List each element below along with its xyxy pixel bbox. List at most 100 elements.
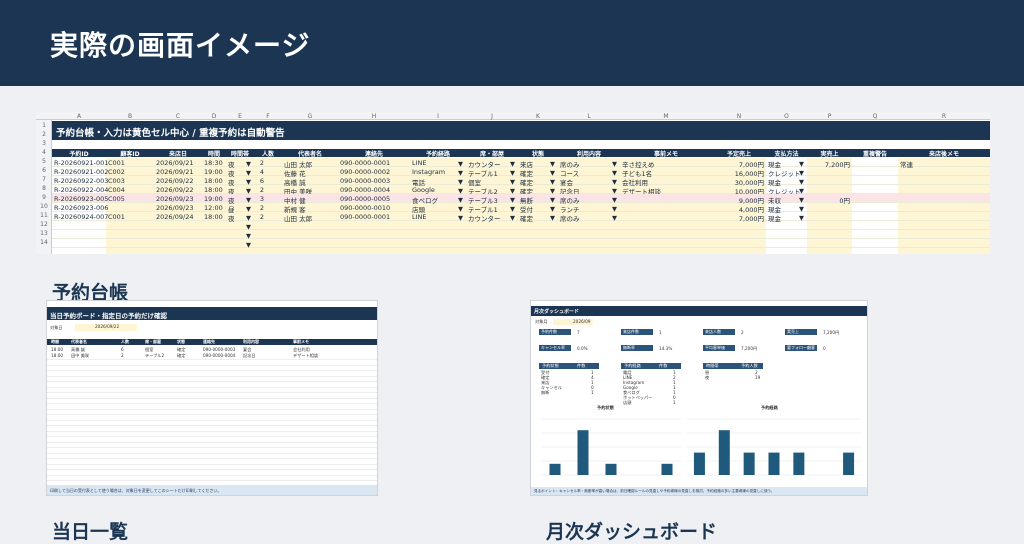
kpi-label: キャンセル率 bbox=[539, 345, 571, 351]
date-label: 対象日 bbox=[50, 325, 63, 330]
column-letter: N bbox=[736, 113, 742, 120]
column-heading: 人数 bbox=[261, 151, 274, 158]
table-row[interactable]: ▼ bbox=[52, 221, 990, 231]
table-heading: 予約状態 bbox=[542, 363, 559, 368]
today-board-thumbnail[interactable]: 当日予約ボード・指定日の予約だけ確認 対象日 2026/09/22 時間 代表者名… bbox=[46, 300, 378, 496]
column-heading: 席・部屋 bbox=[145, 339, 161, 344]
table-cell: 19:00 bbox=[204, 195, 223, 203]
table-cell: 090-0000-0010 bbox=[340, 204, 391, 212]
row-number: 9 bbox=[42, 194, 46, 201]
table-cell: C003 bbox=[108, 177, 125, 185]
date-value[interactable]: 2026/09/22 bbox=[75, 324, 137, 331]
grid-line bbox=[47, 403, 377, 404]
table-cell: 2026/09/21 bbox=[156, 159, 194, 167]
grid-line bbox=[47, 474, 377, 476]
row-number: 6 bbox=[42, 167, 46, 174]
table-cell: 090-0000-0003 bbox=[340, 177, 391, 185]
column-letter: H bbox=[371, 113, 377, 120]
table-row[interactable]: R-20260923-005 C005 2026/09/23 19:00 夜 3 中村 健0… bbox=[52, 194, 990, 205]
chart-bar bbox=[768, 452, 780, 475]
grid-line bbox=[47, 392, 377, 393]
table-cell: R-20260921-001 bbox=[54, 159, 109, 167]
table-cell: C001 bbox=[108, 213, 125, 221]
table-cell: 夜 bbox=[705, 375, 710, 380]
grid-line bbox=[47, 463, 377, 465]
caption-today: 当日一覧 bbox=[52, 521, 129, 543]
row-number: 12 bbox=[40, 221, 48, 228]
table-cell: 18:00 bbox=[204, 186, 223, 194]
kpi-value: 7,200円 bbox=[741, 346, 758, 351]
column-heading: 重複警告 bbox=[862, 151, 887, 158]
row-number: 10 bbox=[40, 203, 48, 210]
table-cell: R-20260923-006 bbox=[54, 204, 109, 212]
column-heading: 支払方法 bbox=[774, 151, 799, 158]
chart-bar bbox=[793, 452, 805, 475]
today-title: 当日予約ボード・指定日の予約だけ確認 bbox=[47, 307, 377, 320]
monthly-charts bbox=[541, 418, 861, 476]
ledger-title: 予約台帳・入力は黄色セル中心 / 重複予約は自動警告 bbox=[52, 121, 990, 140]
table-cell: 18:30 bbox=[204, 159, 223, 167]
column-heading: 利用内容 bbox=[243, 339, 259, 344]
column-letter: R bbox=[941, 113, 947, 120]
column-heading: 予約経路 bbox=[425, 151, 450, 158]
table-cell: 19:00 bbox=[204, 168, 223, 176]
table-row[interactable]: R-20260924-007 C001 2026/09/24 18:00 夜 2 山田 太郎… bbox=[52, 212, 990, 223]
month-value[interactable]: 2026/09 bbox=[553, 319, 593, 325]
grid-line bbox=[47, 386, 377, 388]
chart-bar bbox=[661, 463, 673, 475]
grid-line bbox=[47, 425, 377, 426]
kpi-label: 要フォロー顧客 bbox=[785, 345, 817, 351]
kpi-value: 14.3% bbox=[659, 346, 673, 351]
column-heading: 来店後メモ bbox=[928, 151, 959, 158]
chart-bar bbox=[693, 452, 705, 475]
column-heading: 時間 bbox=[207, 151, 220, 158]
kpi-label: 無断率 bbox=[621, 345, 653, 351]
column-letter: A bbox=[76, 113, 82, 120]
grid-line bbox=[47, 430, 377, 432]
reservation-ledger-sheet: ABCDEFGHIJKLMNOPQR 1 2 3 4 5 6 7 8 9 10 11 12 13 14 予… bbox=[36, 112, 990, 254]
table-row[interactable]: ▼ bbox=[52, 230, 990, 240]
column-heading: 連絡先 bbox=[203, 339, 215, 344]
grid-line bbox=[47, 419, 377, 421]
table-row[interactable]: R-20260923-006 2026/09/23 12:00 昼 2 新規 客 090-0… bbox=[52, 203, 990, 214]
table-cell: 2026/09/22 bbox=[156, 177, 194, 185]
table-row[interactable]: R-20260922-003 C003 2026/09/22 18:00 夜 6 高橋 誠0… bbox=[52, 176, 990, 187]
row-number: 5 bbox=[42, 158, 46, 165]
table-cell: 2026/09/24 bbox=[156, 213, 194, 221]
column-heading: 時間帯 bbox=[230, 151, 249, 158]
kpi-label: 来店件数 bbox=[621, 329, 653, 335]
row-number: 8 bbox=[42, 185, 46, 192]
table-heading: 件数 bbox=[577, 363, 586, 368]
table-cell: R-20260923-005 bbox=[54, 195, 109, 203]
grid-line bbox=[47, 480, 377, 481]
monthly-dashboard-thumbnail[interactable]: 月次ダッシュボード 対象月 2026/09 予約件数 7 来店件数 1 来店人数 2 実売上… bbox=[530, 300, 868, 496]
table-row[interactable]: ▼ bbox=[52, 239, 990, 249]
column-heading: 予定売上 bbox=[726, 151, 751, 158]
table-cell: Instagram bbox=[412, 168, 446, 176]
table-cell: 店頭 bbox=[623, 400, 632, 405]
table-cell: 6 bbox=[259, 177, 264, 185]
table-cell: R-20260924-007 bbox=[54, 213, 109, 221]
dropdown-arrow-icon[interactable]: ▼ bbox=[246, 241, 251, 249]
table-row[interactable]: R-20260921-002 C002 2026/09/21 19:00 夜 4 佐藤 花0… bbox=[52, 167, 990, 178]
page-title: 実際の画面イメージ bbox=[50, 29, 311, 62]
month-label: 対象月 bbox=[535, 319, 548, 324]
table-cell: 1 bbox=[673, 400, 676, 405]
table-heading: 予約経路 bbox=[624, 363, 641, 368]
table-row[interactable]: R-20260922-004 C004 2026/09/22 18:00 夜 2 田中 美咲… bbox=[52, 185, 990, 196]
table-cell: 2026/09/21 bbox=[156, 168, 194, 176]
column-heading: 席・部屋 bbox=[479, 151, 504, 158]
row-number: 14 bbox=[40, 239, 48, 246]
table-cell: 12:00 bbox=[204, 204, 223, 212]
column-heading: 時間 bbox=[51, 339, 59, 344]
table-cell: 4 bbox=[259, 168, 264, 176]
table-cell: 2026/09/22 bbox=[156, 186, 194, 194]
table-cell: 18:00 bbox=[51, 347, 64, 352]
table-cell: 6 bbox=[121, 347, 124, 352]
table-row[interactable]: R-20260921-001 C001 2026/09/21 18:30 夜 2 山田 太郎… bbox=[52, 158, 990, 169]
table-cell: 2 bbox=[259, 213, 264, 221]
row-number: 2 bbox=[42, 131, 46, 138]
kpi-value: 7 bbox=[577, 330, 580, 335]
table-cell: 2 bbox=[259, 159, 264, 167]
table-cell: 18:00 bbox=[204, 177, 223, 185]
